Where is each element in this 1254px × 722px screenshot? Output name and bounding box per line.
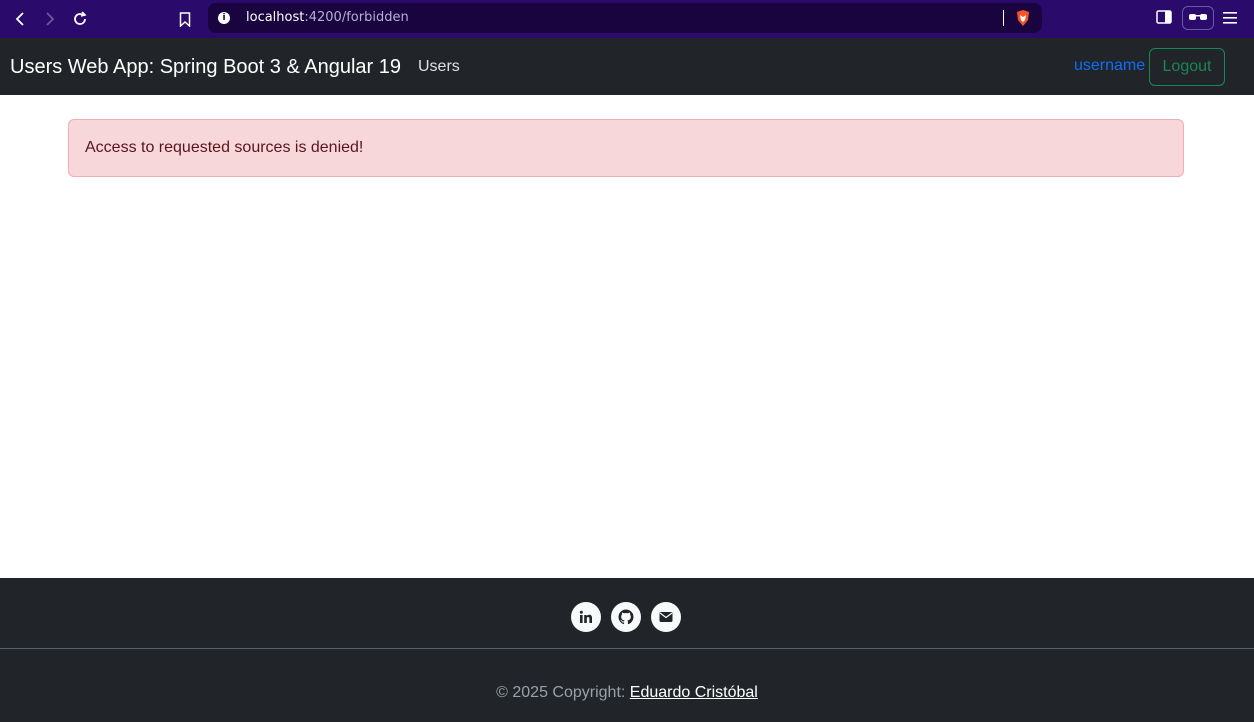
url-path: :4200/forbidden (304, 10, 409, 25)
glasses-icon (1189, 14, 1207, 20)
logout-button[interactable]: Logout (1149, 48, 1225, 86)
url-host: localhost (246, 10, 305, 25)
forward-button[interactable] (38, 7, 62, 31)
brave-shield-icon[interactable] (1014, 9, 1032, 27)
github-button[interactable] (611, 602, 641, 632)
bookmark-button[interactable] (173, 7, 197, 31)
sidebar-icon[interactable] (1156, 10, 1172, 24)
email-button[interactable] (651, 602, 681, 632)
forward-icon (46, 12, 55, 26)
reader-mode-button[interactable] (1182, 6, 1214, 30)
browser-toolbar: i localhost:4200/forbidden (0, 0, 1254, 38)
url-text[interactable]: localhost:4200/forbidden (246, 10, 409, 25)
back-button[interactable] (8, 7, 32, 31)
address-bar[interactable]: i localhost:4200/forbidden (208, 3, 1042, 33)
address-divider (1003, 10, 1004, 26)
copyright-prefix: © 2025 Copyright: (496, 684, 630, 701)
alert-message: Access to requested sources is denied! (85, 139, 364, 156)
bookmark-icon (179, 11, 191, 27)
back-icon (15, 12, 24, 26)
nav-username[interactable]: username (1074, 57, 1145, 75)
email-icon (659, 612, 673, 622)
reload-icon (74, 11, 87, 25)
github-icon (618, 609, 634, 625)
footer-divider (0, 648, 1254, 649)
author-link[interactable]: Eduardo Cristóbal (630, 684, 758, 701)
menu-icon[interactable] (1222, 11, 1238, 25)
page-footer: © 2025 Copyright: Eduardo Cristóbal (0, 578, 1254, 722)
app-navbar: Users Web App: Spring Boot 3 & Angular 1… (0, 38, 1254, 95)
app-brand[interactable]: Users Web App: Spring Boot 3 & Angular 1… (10, 56, 401, 79)
copyright-text: © 2025 Copyright: Eduardo Cristóbal (0, 684, 1254, 702)
reload-button[interactable] (68, 7, 92, 31)
linkedin-button[interactable] (571, 602, 601, 632)
site-info-icon[interactable]: i (218, 12, 230, 24)
forbidden-alert: Access to requested sources is denied! (68, 119, 1184, 177)
nav-link-users[interactable]: Users (418, 58, 460, 76)
linkedin-icon (579, 610, 592, 623)
